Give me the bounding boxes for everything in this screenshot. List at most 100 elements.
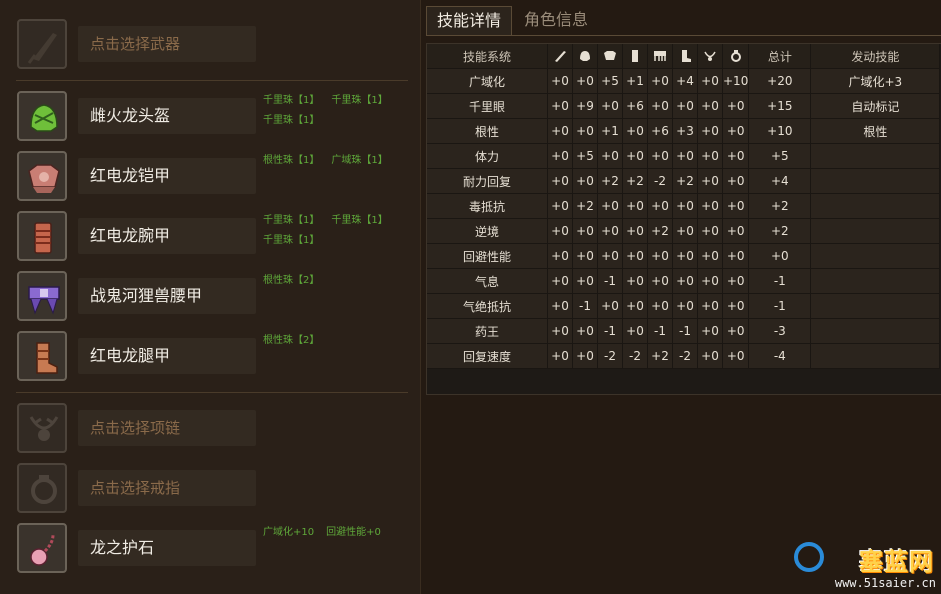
skill-point-cell: -1	[597, 318, 623, 344]
jewel-label: 千里珠【1】	[263, 115, 320, 126]
activated-skill: 广域化+3	[810, 68, 941, 94]
equip-slot-arms[interactable]	[17, 211, 67, 261]
equip-name-waist[interactable]: 战鬼河狸兽腰甲	[78, 278, 256, 314]
equip-slot-necklace[interactable]	[17, 403, 67, 453]
skill-point-cell: +0	[647, 68, 673, 94]
skill-point-cell: +0	[572, 68, 598, 94]
header-skill-system: 技能系统	[427, 44, 548, 69]
header-chest-armor-icon	[597, 44, 623, 69]
skill-point-cell: +0	[572, 118, 598, 144]
jewel-label: 广域化+10	[263, 527, 315, 538]
equip-slot-weapon[interactable]	[17, 19, 67, 69]
watermark-title: 塞蓝网	[859, 548, 934, 576]
skill-point-cell: +0	[572, 168, 598, 194]
skill-name: 气息	[427, 268, 548, 294]
skill-point-cell: +0	[622, 143, 648, 169]
equip-name-necklace[interactable]: 点击选择项链	[78, 410, 256, 446]
arm-armor-icon	[632, 50, 638, 63]
equip-jewels-waist: 根性珠【2】	[263, 271, 413, 291]
necklace-slot-icon	[29, 416, 59, 441]
skill-point-cell: +0	[622, 218, 648, 244]
table-row: 体力 +0 +5 +0 +0 +0 +0 +0 +0 +5	[427, 143, 941, 169]
skill-point-cell: +0	[547, 68, 573, 94]
skill-point-cell: +0	[697, 268, 723, 294]
skill-point-cell: +0	[547, 168, 573, 194]
skill-point-cell: +0	[597, 218, 623, 244]
helmet-icon	[30, 104, 58, 132]
skill-name: 逆境	[427, 218, 548, 244]
skill-point-cell: +0	[672, 143, 698, 169]
equip-name-charm[interactable]: 龙之护石	[78, 530, 256, 566]
necklace-icon	[704, 51, 716, 62]
skill-point-cell: +0	[722, 243, 750, 269]
skill-point-cell: +0	[622, 243, 648, 269]
tab-skill-details[interactable]: 技能详情	[426, 6, 512, 35]
skill-point-cell: +0	[697, 293, 723, 319]
skill-point-cell: +0	[722, 218, 750, 244]
skill-name: 药王	[427, 318, 548, 344]
equip-slot-waist[interactable]	[17, 271, 67, 321]
helmet-icon	[580, 51, 590, 62]
activated-skill: 根性	[810, 118, 941, 144]
skill-point-cell: +0	[697, 118, 723, 144]
activated-skill: 自动标记	[810, 93, 941, 119]
equip-name-legs[interactable]: 红电龙腿甲	[78, 338, 256, 374]
skill-point-cell: +0	[672, 268, 698, 294]
skill-point-cell: +0	[722, 268, 750, 294]
equip-slot-legs[interactable]	[17, 331, 67, 381]
header-necklace-icon	[697, 44, 723, 69]
skill-point-cell: +0	[572, 268, 598, 294]
equip-name-chest[interactable]: 红电龙铠甲	[78, 158, 256, 194]
equip-name-head[interactable]: 雌火龙头盔	[78, 98, 256, 134]
skill-point-cell: +0	[647, 193, 673, 219]
jewel-label: 千里珠【1】	[263, 235, 320, 246]
skill-point-cell: +0	[697, 318, 723, 344]
equip-slot-head[interactable]	[17, 91, 67, 141]
skill-point-cell: +0	[672, 218, 698, 244]
watermark: 塞蓝网 www.51saier.cn	[790, 540, 940, 594]
ring-icon	[730, 50, 741, 63]
skill-point-cell: +0	[547, 218, 573, 244]
skill-point-cell: +2	[597, 168, 623, 194]
skill-point-cell: +1	[622, 68, 648, 94]
arm-armor-icon	[34, 222, 52, 254]
equip-name-ring[interactable]: 点击选择戒指	[78, 470, 256, 506]
skill-point-cell: +0	[647, 293, 673, 319]
skill-point-cell: +0	[672, 193, 698, 219]
skill-point-cell: +0	[697, 193, 723, 219]
skill-table: 技能系统 总计 发动技能 广域化 +0 +0 +5 +1 +0 +4 +0 +10 +20 广域化+3…	[427, 44, 941, 369]
skill-point-cell: +9	[572, 93, 598, 119]
skill-point-cell: +0	[572, 343, 598, 369]
waist-armor-icon	[654, 51, 666, 62]
skill-point-cell: +6	[622, 93, 648, 119]
equip-slot-chest[interactable]	[17, 151, 67, 201]
table-row: 广域化 +0 +0 +5 +1 +0 +4 +0 +10 +20 广域化+3	[427, 68, 941, 94]
chest-armor-icon	[28, 164, 60, 193]
skill-point-cell: +0	[597, 243, 623, 269]
skill-point-cell: +6	[647, 118, 673, 144]
skill-name: 气绝抵抗	[427, 293, 548, 319]
skill-point-cell: +0	[722, 343, 750, 369]
skill-point-cell: +0	[622, 318, 648, 344]
table-row: 耐力回复 +0 +0 +2 +2 -2 +2 +0 +0 +4	[427, 168, 941, 194]
equipment-panel: 点击选择武器 雌火龙头盔 千里珠【1】 千里珠【1】 千里珠【1】 红电龙铠甲 根性珠【1】…	[0, 0, 421, 594]
jewel-label: 回避性能+0	[326, 527, 381, 538]
equip-jewels-head: 千里珠【1】 千里珠【1】 千里珠【1】	[263, 91, 413, 131]
skill-total: -1	[748, 293, 812, 319]
skill-point-cell: +0	[697, 143, 723, 169]
equip-name-weapon[interactable]: 点击选择武器	[78, 26, 256, 62]
activated-skill	[810, 193, 941, 219]
skill-point-cell: +0	[647, 93, 673, 119]
skill-point-cell: -2	[597, 343, 623, 369]
skill-point-cell: +0	[722, 293, 750, 319]
equip-slot-ring[interactable]	[17, 463, 67, 513]
equip-slot-charm[interactable]	[17, 523, 67, 573]
charm-icon	[30, 534, 55, 566]
tab-character-info[interactable]: 角色信息	[514, 6, 598, 34]
activated-skill	[810, 318, 941, 344]
equip-name-arms[interactable]: 红电龙腕甲	[78, 218, 256, 254]
header-waist-armor-icon	[647, 44, 673, 69]
jewel-label: 根性珠【2】	[263, 335, 320, 346]
skill-point-cell: +0	[547, 93, 573, 119]
skill-point-cell: +0	[622, 293, 648, 319]
